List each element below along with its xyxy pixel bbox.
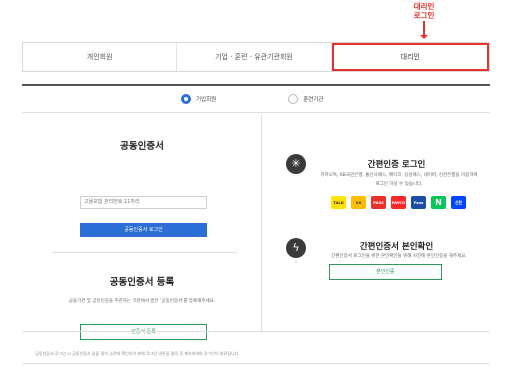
simple-login-title: 간편인증 로그인 [367, 160, 426, 170]
tab-agent[interactable]: 대리인 [331, 43, 489, 71]
provider-logos: TALK KB PASS PAYCO Pass N 신한 [331, 196, 466, 209]
kakao-logo[interactable]: TALK [331, 196, 346, 209]
annotation-arrow-icon [420, 21, 428, 39]
verify-desc: 간편인증서 로그인을 위한 본인확인을 위해 사전에 본인인증을 해주세요. [331, 254, 467, 259]
samsungpass-logo[interactable]: Pass [411, 196, 426, 209]
radio-training-label: 훈련기관 [303, 97, 324, 103]
kb-logo[interactable]: KB [351, 196, 366, 209]
shinhan-logo[interactable]: 신한 [451, 196, 466, 209]
member-radio-group: 기업회원 훈련기관 [22, 86, 490, 113]
radio-training[interactable]: 훈련기관 [288, 94, 324, 104]
member-type-tabs: 개인회원 기업 · 훈련 · 유관기관회원 대리인 [22, 42, 490, 72]
pass-logo[interactable]: PASS [371, 196, 386, 209]
tab-enterprise[interactable]: 기업 · 훈련 · 유관기관회원 [177, 43, 332, 71]
radio-unchecked-icon [288, 94, 299, 104]
cert-title: 공동인증서 [120, 141, 164, 152]
annotation-line1: 대리인 [413, 2, 435, 11]
section-bottom-divider [22, 331, 490, 332]
simple-auth-section: ✳ 간편인증 로그인 카카오톡, KB국민은행, 통신사패스, 페이코, 삼성패… [263, 114, 490, 331]
agent-login-annotation: 대리인 로그인 [398, 2, 450, 20]
cert-register-button[interactable]: 인증서 등록 [80, 324, 207, 340]
radio-enterprise[interactable]: 기업회원 [181, 94, 216, 104]
verify-button[interactable]: 본인인증 [329, 264, 442, 280]
simple-login-desc: 카카오톡, KB국민은행, 통신사패스, 페이코, 삼성패스, 네이버, 신한은… [320, 173, 478, 187]
cert-register-title: 공동인증서 등록 [109, 277, 175, 288]
tab-individual[interactable]: 개인회원 [23, 43, 178, 71]
naver-logo[interactable]: N [431, 196, 446, 209]
cert-login-button[interactable]: 공동인증서 로그인 [80, 223, 207, 237]
annotation-line2: 로그인 [413, 11, 435, 20]
footnote-text: ·공동인증서 로그인 시 공동인증서 등을 필히 사전에 확인하기 위해 로그인… [34, 351, 240, 356]
radio-checked-icon [181, 94, 191, 104]
section-divider [52, 252, 237, 253]
panel-bottom-border [22, 363, 490, 364]
certificate-section: 공동인증서 고용보험 관리번호 11자리 공동인증서 로그인 공동인증서 등록 … [22, 114, 262, 340]
verify-title: 간편인증서 본인확인 [359, 242, 434, 252]
employment-insurance-number-field[interactable]: 고용보험 관리번호 11자리 [80, 196, 207, 209]
radio-enterprise-label: 기업회원 [196, 97, 217, 103]
login-panel: 기업회원 훈련기관 공동인증서 고용보험 관리번호 11자리 공동인증서 로그인… [22, 84, 490, 364]
payco-logo[interactable]: PAYCO [391, 196, 406, 209]
cert-register-desc: 금융기관 및 공인인증을 주관하는 기관에서 받은 '공동인증서'를 등록해주세… [68, 299, 216, 304]
